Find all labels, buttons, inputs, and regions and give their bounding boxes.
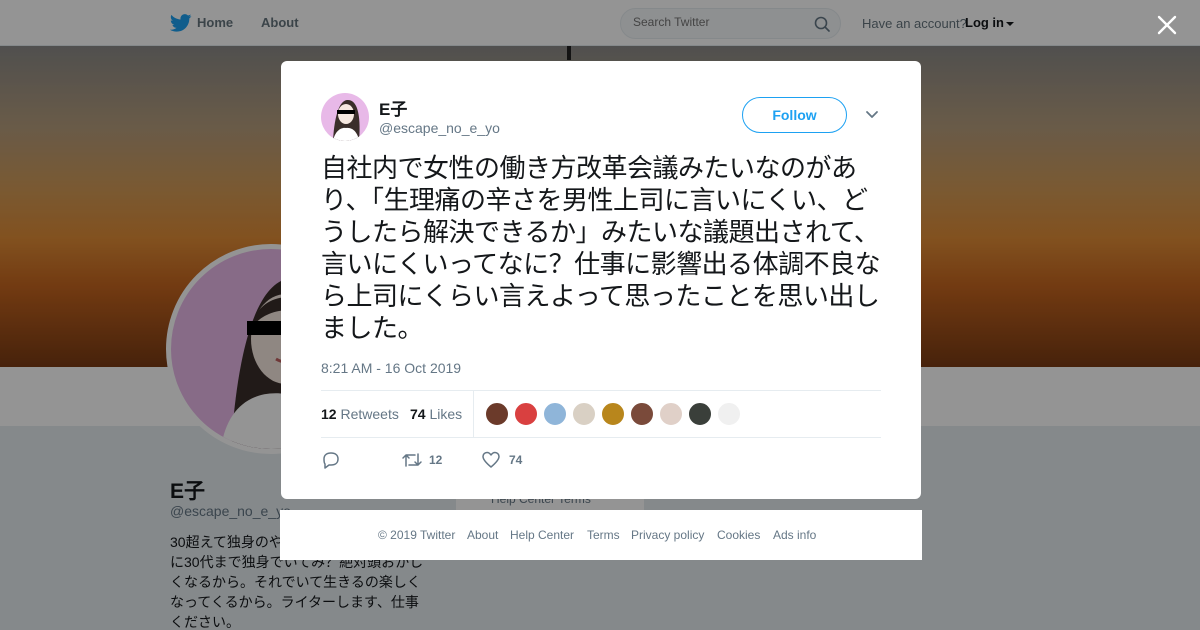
retweet-count: 12	[429, 453, 443, 467]
footer-help-link[interactable]: Help Center	[510, 528, 574, 542]
retweet-icon	[402, 453, 422, 467]
liker-avatar[interactable]	[572, 402, 596, 426]
modal-footer: © 2019 Twitter About Help Center Terms P…	[280, 510, 922, 560]
footer-privacy-link[interactable]: Privacy policy	[631, 528, 704, 542]
reply-icon	[323, 452, 339, 469]
retweets-label: Retweets	[340, 406, 399, 422]
stats-divider	[473, 391, 474, 437]
footer-terms-link[interactable]: Terms	[587, 528, 620, 542]
likes-label: Likes	[429, 406, 463, 422]
liker-avatar[interactable]	[717, 402, 741, 426]
liker-avatar[interactable]	[514, 402, 538, 426]
footer-copyright: © 2019 Twitter	[378, 528, 456, 542]
liker-avatar[interactable]	[659, 402, 683, 426]
retweets-stat[interactable]: 12 Retweets	[321, 406, 399, 422]
tweet-timestamp[interactable]: 8:21 AM - 16 Oct 2019	[321, 360, 461, 376]
heart-icon	[482, 451, 500, 468]
liker-avatar[interactable]	[601, 402, 625, 426]
tweet-author-avatar[interactable]	[321, 93, 369, 141]
liker-avatar[interactable]	[543, 402, 567, 426]
likes-count: 74	[410, 406, 426, 422]
tweet-text: 自社内で女性の働き方改革会議みたいなのがあり、「生理痛の辛さを男性上司に言いにく…	[321, 154, 881, 344]
likes-stat[interactable]: 74 Likes	[410, 406, 462, 422]
liker-avatar[interactable]	[630, 402, 654, 426]
chevron-down-icon[interactable]	[865, 109, 879, 121]
close-icon[interactable]	[1154, 12, 1180, 38]
tweet-author-handle[interactable]: @escape_no_e_yo	[379, 120, 500, 136]
liker-avatar[interactable]	[485, 402, 509, 426]
tweet-actions: 12 74	[321, 449, 621, 471]
retweets-count: 12	[321, 406, 337, 422]
follow-button[interactable]: Follow	[742, 97, 847, 133]
tweet-author-name[interactable]: E子	[379, 95, 407, 120]
footer-about-link[interactable]: About	[467, 528, 498, 542]
liker-avatar[interactable]	[688, 402, 712, 426]
like-count: 74	[509, 453, 523, 467]
tweet-stats: 12 Retweets 74 Likes	[321, 390, 881, 438]
tweet-permalink-modal: E子 @escape_no_e_yo Follow 自社内で女性の働き方改革会議…	[281, 61, 921, 499]
footer-cookies-link[interactable]: Cookies	[717, 528, 760, 542]
footer-ads-link[interactable]: Ads info	[773, 528, 816, 542]
avatar-illustration-icon	[333, 99, 360, 141]
